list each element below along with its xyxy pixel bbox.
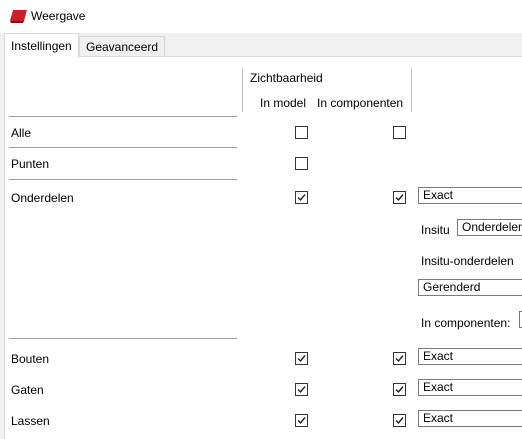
- lassen-mode-select[interactable]: Exact: [418, 410, 522, 427]
- header-divider-right: [411, 68, 412, 112]
- onderdelen-in-model-checkbox[interactable]: [295, 191, 308, 204]
- gaten-in-model-checkbox[interactable]: [295, 383, 308, 396]
- checkmark-icon: [395, 386, 404, 394]
- punten-in-model-checkbox[interactable]: [295, 157, 308, 170]
- separator: [9, 116, 237, 117]
- tab-strip: Instellingen Geavanceerd: [0, 33, 522, 58]
- bouten-mode-select[interactable]: Exact: [418, 348, 522, 365]
- settings-panel: Zichtbaarheid In model In componenten Al…: [4, 56, 522, 439]
- visibility-header: Zichtbaarheid: [250, 71, 323, 85]
- checkmark-icon: [297, 194, 306, 202]
- row-label-gaten: Gaten: [11, 383, 44, 397]
- checkmark-icon: [395, 194, 404, 202]
- checkmark-icon: [395, 355, 404, 363]
- separator: [9, 338, 237, 339]
- insitu-label: Insitu: [421, 223, 450, 237]
- separator: [9, 147, 237, 148]
- insitu-select[interactable]: Onderdelen: [457, 219, 522, 236]
- onderdelen-mode-select[interactable]: Exact: [418, 187, 522, 204]
- title-bar: Weergave: [0, 0, 522, 33]
- onderdelen-in-components-checkbox[interactable]: [393, 191, 406, 204]
- alle-in-model-checkbox[interactable]: [295, 126, 308, 139]
- tab-instellingen[interactable]: Instellingen: [4, 33, 79, 58]
- lassen-in-model-checkbox[interactable]: [295, 414, 308, 427]
- gaten-in-components-checkbox[interactable]: [393, 383, 406, 396]
- tab-geavanceerd[interactable]: Geavanceerd: [79, 36, 166, 57]
- lassen-in-components-checkbox[interactable]: [393, 414, 406, 427]
- window-title: Weergave: [31, 9, 86, 23]
- row-label-punten: Punten: [11, 157, 50, 171]
- bouten-in-components-checkbox[interactable]: [393, 352, 406, 365]
- checkmark-icon: [395, 417, 404, 425]
- alle-in-components-checkbox[interactable]: [393, 126, 406, 139]
- insitu-onderdelen-label: Insitu-onderdelen: [421, 254, 514, 268]
- checkmark-icon: [297, 386, 306, 394]
- gaten-mode-select[interactable]: Exact: [418, 379, 522, 396]
- insitu-onderdelen-select[interactable]: Gerenderd: [418, 279, 522, 296]
- col-in-model-header: In model: [260, 96, 307, 110]
- row-label-onderdelen: Onderdelen: [11, 191, 74, 205]
- app-icon: [10, 10, 27, 23]
- bouten-in-model-checkbox[interactable]: [295, 352, 308, 365]
- row-label-lassen: Lassen: [11, 414, 50, 428]
- header-divider-left: [242, 68, 243, 112]
- row-label-bouten: Bouten: [11, 352, 50, 366]
- in-componenten-label: In componenten:: [421, 316, 511, 330]
- checkmark-icon: [297, 355, 306, 363]
- separator: [9, 179, 237, 180]
- row-label-alle: Alle: [11, 126, 32, 140]
- col-in-components-header: In componenten: [317, 96, 404, 110]
- checkmark-icon: [297, 417, 306, 425]
